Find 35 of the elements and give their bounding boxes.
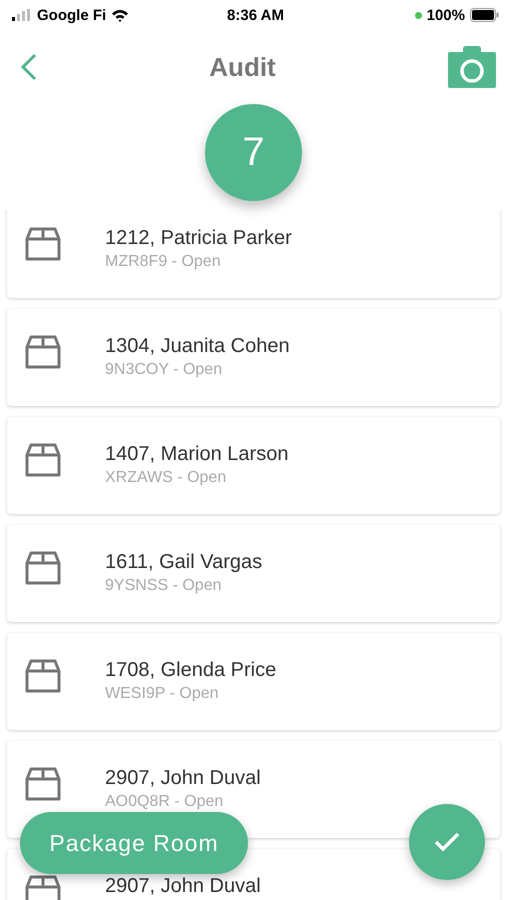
package-icon xyxy=(25,335,61,369)
package-code: 9YSNSS - Open xyxy=(105,577,222,595)
package-title: 1304, Juanita Cohen xyxy=(105,335,290,357)
status-dot xyxy=(414,12,422,18)
clock-time: 8:36 AM xyxy=(227,6,284,24)
wifi-icon xyxy=(111,8,130,22)
package-icon xyxy=(25,875,61,900)
package-card[interactable]: 1708, Glenda Price WESI9P - Open xyxy=(7,633,500,730)
package-code: AO0Q8R - Open xyxy=(105,793,224,811)
package-icon xyxy=(25,659,61,693)
package-card[interactable]: 1212, Patricia Parker MZR8F9 - Open xyxy=(7,210,500,298)
battery-icon xyxy=(470,8,499,22)
package-title: 2907, John Duval xyxy=(105,767,261,789)
package-icon xyxy=(25,551,61,585)
package-title: 1407, Marion Larson xyxy=(105,443,288,465)
package-icon xyxy=(25,767,61,801)
package-card[interactable]: 1407, Marion Larson XRZAWS - Open xyxy=(7,417,500,514)
package-icon xyxy=(25,443,61,477)
package-icon xyxy=(25,227,61,261)
package-title: 1212, Patricia Parker xyxy=(105,227,292,249)
carrier-name: Google Fi xyxy=(37,6,106,24)
signal-icon xyxy=(12,9,32,21)
page-title: Audit xyxy=(209,52,276,82)
package-title: 1708, Glenda Price xyxy=(105,659,276,681)
count-badge: 7 xyxy=(205,104,302,201)
package-card[interactable]: 1611, Gail Vargas 9YSNSS - Open xyxy=(7,525,500,622)
package-title: 2907, John Duval xyxy=(105,875,261,897)
package-card[interactable]: 1304, Juanita Cohen 9N3COY - Open xyxy=(7,309,500,406)
package-code: MZR8F9 - Open xyxy=(105,253,222,271)
package-code: WESI9P - Open xyxy=(105,685,220,703)
check-icon xyxy=(434,832,460,852)
battery-percent: 100% xyxy=(426,6,465,24)
package-code: XRZAWS - Open xyxy=(105,469,228,487)
package-code: 9N3COY - Open xyxy=(105,361,224,379)
package-title: 1611, Gail Vargas xyxy=(105,551,262,573)
